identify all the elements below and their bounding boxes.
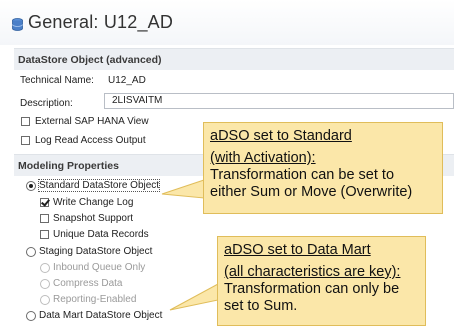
data-mart-callout-line4: set to Sum.	[224, 298, 298, 314]
data-mart-callout-pointer	[169, 283, 219, 311]
data-mart-callout: aDSO set to Data Mart (all characteristi…	[217, 236, 426, 326]
standard-callout-line3: Transformation can be set to	[210, 167, 395, 183]
data-mart-callout-line3: Transformation can only be	[224, 281, 400, 297]
standard-callout-line4: either Sum or Move (Overwrite)	[210, 184, 413, 200]
data-mart-callout-line1: aDSO set to Data Mart	[224, 242, 371, 258]
standard-callout-line2: (with Activation):	[210, 150, 316, 166]
data-mart-callout-line2: (all characteristics are key):	[224, 264, 401, 280]
standard-callout-pointer	[161, 179, 205, 199]
standard-callout-line1: aDSO set to Standard	[210, 128, 352, 144]
standard-callout: aDSO set to Standard (with Activation): …	[203, 122, 443, 214]
